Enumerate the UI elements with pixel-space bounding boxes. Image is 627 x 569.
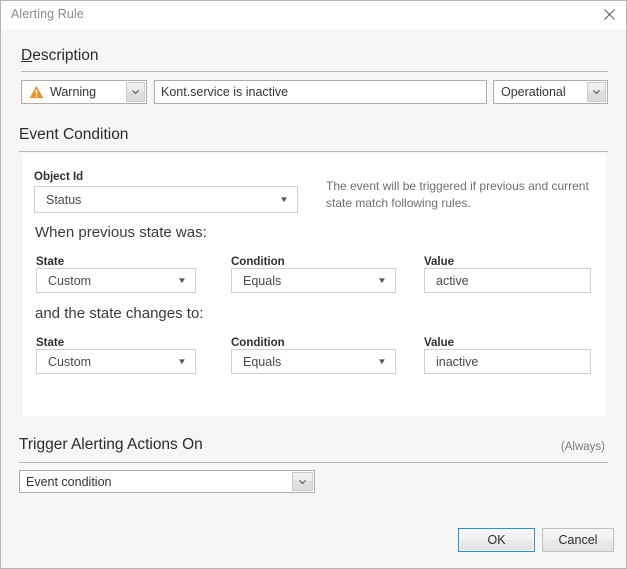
event-condition-heading: Event Condition: [19, 126, 129, 143]
previous-state-label: State: [36, 256, 65, 268]
chevron-down-icon: [593, 90, 600, 94]
event-condition-hint: The event will be triggered if previous …: [326, 179, 589, 210]
trigger-dropdown[interactable]: Event condition: [19, 470, 315, 493]
category-dropdown[interactable]: Operational: [493, 80, 608, 104]
new-condition-dropdown[interactable]: Equals ▼: [231, 349, 396, 374]
alerting-rule-dialog: Alerting Rule Description Warning Kont.s…: [0, 0, 627, 569]
new-value-label: Value: [424, 337, 455, 349]
severity-dropdown-content: Warning: [22, 85, 126, 99]
object-id-dropdown[interactable]: Status ▼: [34, 186, 298, 213]
new-state-value: Custom: [48, 354, 92, 369]
new-condition-label: Condition: [231, 337, 285, 349]
trigger-dropdown-arrow[interactable]: [292, 472, 313, 491]
previous-value-label: Value: [424, 256, 455, 268]
ok-button[interactable]: OK: [458, 528, 535, 552]
description-heading: Description: [21, 47, 99, 65]
trigger-divider: [19, 462, 608, 463]
new-condition-value: Equals: [243, 354, 282, 369]
triangle-down-icon: ▼: [177, 275, 187, 285]
trigger-note: (Always): [560, 441, 605, 453]
message-input[interactable]: Kont.service is inactive: [154, 80, 487, 104]
description-heading-rest: escription: [32, 47, 99, 64]
new-value-input[interactable]: inactive: [424, 349, 591, 374]
chevron-down-icon: [132, 90, 139, 94]
close-icon: [603, 8, 616, 21]
previous-condition-label: Condition: [231, 256, 285, 268]
previous-value-input[interactable]: active: [424, 268, 591, 293]
cancel-button[interactable]: Cancel: [542, 528, 614, 552]
new-state-label: State: [36, 337, 65, 349]
chevron-down-icon: [299, 479, 306, 484]
previous-state-heading: When previous state was:: [35, 224, 207, 241]
triangle-down-icon: ▼: [377, 356, 387, 366]
previous-condition-dropdown[interactable]: Equals ▼: [231, 268, 396, 293]
description-heading-accel: D: [21, 47, 33, 64]
window-title: Alerting Rule: [11, 7, 84, 21]
previous-state-dropdown[interactable]: Custom ▼: [36, 268, 196, 293]
trigger-value: Event condition: [26, 474, 112, 489]
category-value: Operational: [501, 85, 566, 99]
description-divider: [21, 71, 608, 72]
severity-value: Warning: [50, 85, 97, 99]
title-bar: Alerting Rule: [1, 1, 626, 29]
category-dropdown-arrow[interactable]: [587, 82, 606, 102]
object-id-label: Object Id: [34, 171, 84, 183]
triangle-down-icon: ▼: [177, 356, 187, 366]
previous-state-value: Custom: [48, 273, 92, 288]
severity-dropdown[interactable]: Warning: [21, 80, 147, 104]
triangle-down-icon: ▼: [377, 275, 387, 285]
new-state-heading: and the state changes to:: [35, 305, 204, 322]
triangle-down-icon: ▼: [279, 194, 289, 204]
event-condition-divider: [19, 151, 608, 152]
new-state-dropdown[interactable]: Custom ▼: [36, 349, 196, 374]
warning-triangle-icon: [29, 85, 44, 99]
previous-condition-value: Equals: [243, 273, 282, 288]
object-id-value: Status: [46, 192, 82, 207]
trigger-heading: Trigger Alerting Actions On: [19, 436, 203, 453]
close-button[interactable]: [591, 1, 626, 28]
severity-dropdown-arrow[interactable]: [126, 82, 145, 102]
